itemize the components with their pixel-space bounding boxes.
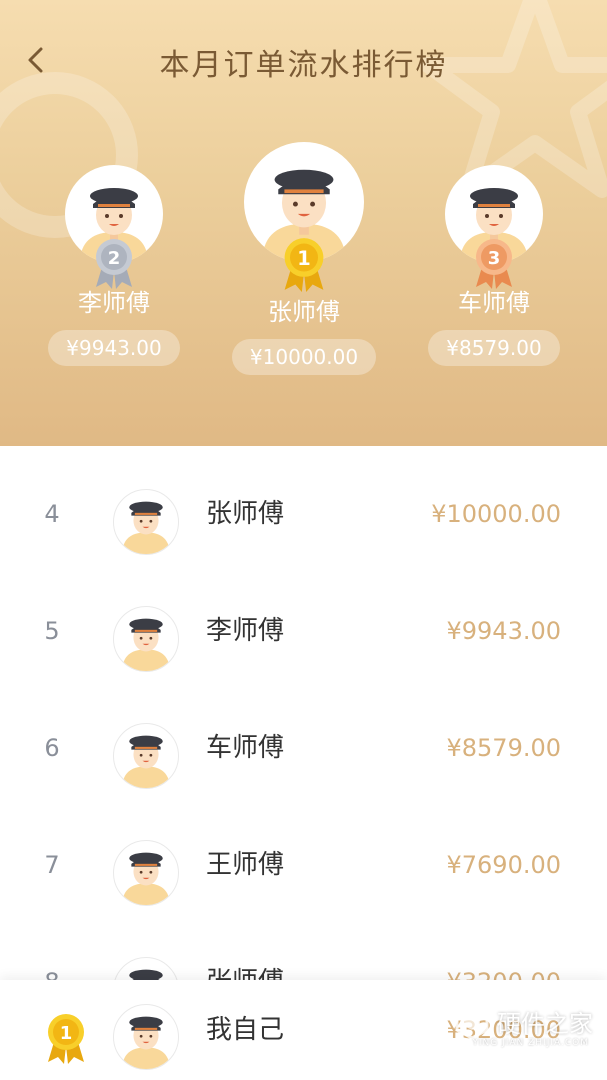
- watermark: 硬件之家 YING JIAN ZHIJIA.COM: [455, 1002, 593, 1048]
- my-name: 我自己: [206, 1015, 285, 1045]
- avatar: [113, 489, 179, 555]
- rank-number: 5: [44, 617, 60, 645]
- ranking-list[interactable]: 4 张师傅 ¥10000.00 5 李师傅 ¥9943.00 6 车师傅 ¥85…: [0, 446, 607, 980]
- driver-name: 张师傅: [206, 499, 285, 529]
- driver-amount: ¥9943.00: [446, 617, 561, 645]
- svg-text:2: 2: [108, 248, 121, 269]
- podium-amount: ¥10000.00: [231, 339, 377, 375]
- avatar: [113, 1004, 179, 1070]
- avatar: [113, 840, 179, 906]
- bronze-medal-icon: 3: [476, 239, 512, 289]
- driver-amount: ¥3200.00: [446, 924, 561, 980]
- list-item[interactable]: 8 张师傅 ¥3200.00: [0, 924, 607, 980]
- podium-amount: ¥8579.00: [428, 330, 560, 366]
- list-item[interactable]: 6 车师傅 ¥8579.00: [0, 690, 607, 807]
- driver-name: 王师傅: [206, 850, 285, 880]
- list-item[interactable]: 5 李师傅 ¥9943.00: [0, 573, 607, 690]
- driver-amount: ¥7690.00: [446, 851, 561, 879]
- driver-amount: ¥8579.00: [446, 734, 561, 762]
- podium-rank-2[interactable]: 2 李师傅 ¥9943.00: [44, 165, 184, 366]
- podium-amount: ¥9943.00: [48, 330, 180, 366]
- driver-amount: ¥10000.00: [431, 500, 561, 528]
- watermark-logo-icon: [455, 1002, 489, 1040]
- list-item[interactable]: 4 张师傅 ¥10000.00: [0, 456, 607, 573]
- avatar: [113, 957, 179, 980]
- silver-medal-icon: 2: [96, 239, 132, 289]
- driver-avatar-icon: [122, 618, 170, 671]
- list-item[interactable]: 7 王师傅 ¥7690.00: [0, 807, 607, 924]
- svg-text:1: 1: [297, 247, 310, 270]
- rank-number: 4: [44, 500, 60, 528]
- podium-rank-3[interactable]: 3 车师傅 ¥8579.00: [424, 165, 564, 366]
- driver-name: 李师傅: [206, 616, 285, 646]
- driver-name: 张师傅: [206, 924, 284, 980]
- svg-text:3: 3: [488, 248, 501, 269]
- svg-text:1: 1: [60, 1023, 73, 1044]
- watermark-text: 硬件之家: [497, 1009, 593, 1038]
- page-title: 本月订单流水排行榜: [159, 48, 448, 83]
- driver-avatar-icon: [122, 501, 170, 554]
- driver-avatar-icon: [122, 852, 170, 905]
- gold-medal-icon: 1: [284, 238, 324, 292]
- podium-name: 张师傅: [268, 298, 340, 326]
- ranking-header: 本月订单流水排行榜 2 李师傅 ¥9943.00 1 张师傅 ¥10000.00…: [0, 0, 607, 446]
- rank-number: 6: [44, 734, 60, 762]
- avatar: [113, 723, 179, 789]
- avatar: [113, 606, 179, 672]
- driver-avatar-icon: [122, 1016, 170, 1069]
- watermark-subtext: YING JIAN ZHIJIA.COM: [472, 1038, 589, 1048]
- podium-rank-1[interactable]: 1 张师傅 ¥10000.00: [228, 142, 380, 375]
- driver-avatar-icon: [129, 969, 163, 980]
- gold-medal-icon: 1: [48, 1014, 84, 1064]
- rank-number: 7: [44, 851, 60, 879]
- rank-number: 8: [28, 924, 76, 980]
- driver-avatar-icon: [122, 735, 170, 788]
- driver-name: 车师傅: [206, 733, 285, 763]
